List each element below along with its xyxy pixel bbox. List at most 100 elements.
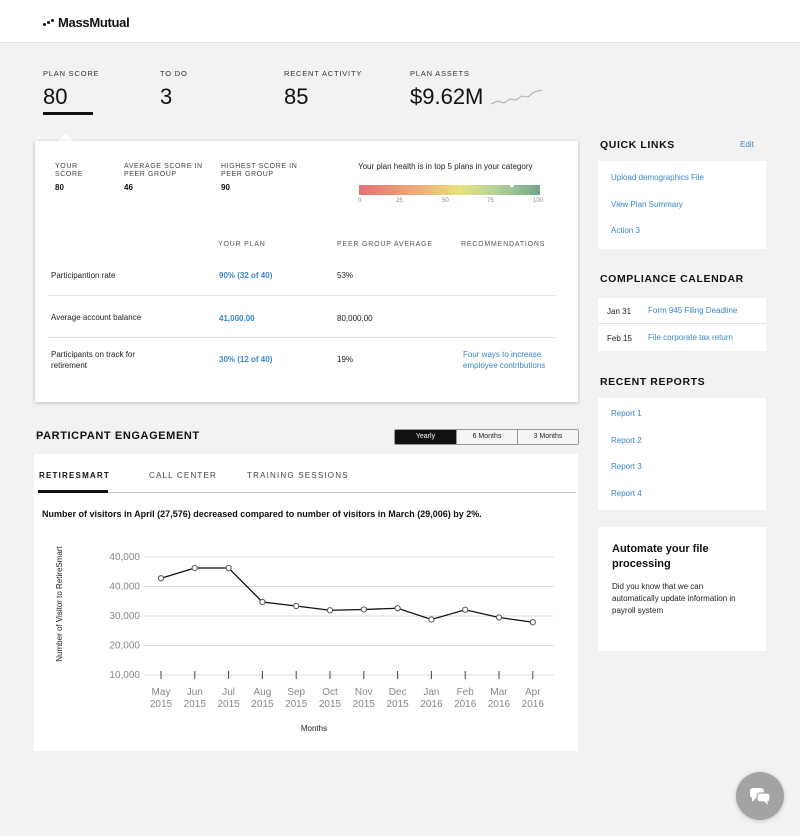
- stat-plan-assets[interactable]: PLAN ASSETS $9.62M: [410, 69, 483, 110]
- your-plan-value[interactable]: 41,000.00: [219, 313, 255, 324]
- assets-sparkline: [490, 89, 543, 105]
- data-point: [529, 619, 536, 626]
- recommendation-link[interactable]: Four ways to increase employee contribut…: [463, 349, 558, 371]
- x-tick-label: Aug: [254, 687, 272, 698]
- top-bar: MassMutual: [0, 0, 800, 43]
- x-tick-label: 2015: [285, 699, 308, 710]
- data-point: [462, 606, 469, 613]
- your-plan-value[interactable]: 30% (12 of 40): [219, 354, 272, 365]
- calendar-item: Feb 15 File corporate tax return: [598, 325, 766, 351]
- x-tick-label: Sep: [287, 687, 305, 698]
- tab-training-sessions[interactable]: TRAINING SESSIONS: [247, 471, 349, 480]
- active-stat-indicator: [43, 112, 93, 115]
- data-point: [157, 575, 165, 582]
- health-tick: 75: [487, 198, 494, 204]
- stat-label: TO DO: [160, 69, 188, 78]
- x-tick-label: 2015: [386, 699, 409, 710]
- average-score-label: AVERAGE SCORE IN PEER GROUP: [124, 163, 203, 178]
- stat-value: 80: [43, 84, 68, 109]
- period-3-months-button[interactable]: 3 Months: [517, 430, 578, 444]
- period-yearly-button[interactable]: Yearly: [395, 430, 456, 444]
- your-plan-value[interactable]: 90% (32 of 40): [219, 270, 272, 281]
- x-tick-label: 2015: [150, 699, 173, 710]
- y-tick-label: 40,000: [109, 582, 140, 593]
- tab-retiresmart[interactable]: RETIRESMART: [39, 471, 110, 480]
- x-tick-label: 2016: [522, 699, 545, 710]
- report-link[interactable]: Report 2: [611, 436, 642, 445]
- massmutual-logo[interactable]: MassMutual: [43, 15, 130, 30]
- stat-to-do[interactable]: TO DO 3: [160, 69, 188, 110]
- data-point: [428, 616, 435, 623]
- col-header-recommendations: RECOMMENDATIONS: [461, 241, 546, 248]
- peer-average-value: 80,000.00: [337, 314, 373, 323]
- stat-label: PLAN SCORE: [43, 69, 100, 78]
- stat-value: 85: [284, 84, 309, 109]
- tab-divider: [38, 492, 576, 493]
- data-point: [293, 602, 300, 610]
- average-score: AVERAGE SCORE IN PEER GROUP 46: [124, 163, 204, 192]
- quick-link-action-3[interactable]: Action 3: [611, 226, 640, 235]
- stat-plan-score[interactable]: PLAN SCORE 80: [43, 69, 99, 110]
- calendar-event-link[interactable]: File corporate tax return: [648, 333, 733, 342]
- health-tick: 25: [396, 198, 403, 204]
- health-tick: 100: [533, 198, 544, 204]
- highest-score-label: HIGHEST SCORE IN PEER GROUP: [221, 163, 298, 178]
- automate-body: Did you know that we can automatically u…: [612, 582, 736, 615]
- x-tick-label: Jul: [222, 687, 235, 698]
- health-tick: 50: [442, 198, 449, 204]
- active-tab-indicator: [38, 490, 108, 493]
- stat-label: RECENT ACTIVITY: [284, 69, 363, 78]
- x-tick-label: Oct: [322, 687, 338, 698]
- highest-score-value: 90: [221, 183, 230, 192]
- calendar-event-link[interactable]: Form 945 Filing Deadline: [648, 306, 737, 315]
- stat-value: 3: [160, 84, 173, 109]
- chat-button[interactable]: [736, 772, 784, 820]
- logo-text: MassMutual: [58, 15, 130, 30]
- y-tick-label: 20,000: [109, 641, 140, 652]
- period-6-months-button[interactable]: 6 Months: [456, 430, 517, 444]
- report-link[interactable]: Report 1: [611, 409, 642, 418]
- x-tick-label: Jan: [423, 687, 439, 698]
- quick-link-view-plan-summary[interactable]: View Plan Summary: [611, 200, 683, 209]
- report-link[interactable]: Report 4: [611, 489, 642, 498]
- y-tick-label: 40,000: [109, 552, 140, 563]
- period-selector: Yearly 6 Months 3 Months: [394, 429, 579, 445]
- health-tick: 0: [358, 198, 362, 204]
- quick-links-card: Upload demographics File View Plan Summa…: [598, 161, 766, 249]
- x-tick-label: 2016: [488, 699, 511, 710]
- stat-label: PLAN ASSETS: [410, 69, 470, 78]
- edit-quick-links-link[interactable]: Edit: [740, 140, 754, 149]
- plan-health-text: Your plan health is in top 5 plans in yo…: [358, 162, 533, 171]
- plan-health-marker: [507, 182, 517, 188]
- tab-call-center[interactable]: CALL CENTER: [149, 471, 217, 480]
- report-link[interactable]: Report 3: [611, 462, 642, 471]
- x-tick-label: Nov: [355, 687, 373, 698]
- peer-average-value: 53%: [337, 271, 354, 280]
- col-header-your-plan: YOUR PLAN: [218, 241, 266, 248]
- calendar-date: Feb 15: [607, 334, 632, 343]
- stat-value: $9.62M: [410, 84, 484, 109]
- quick-link-upload-demographics[interactable]: Upload demographics File: [611, 173, 704, 182]
- data-point: [394, 605, 401, 612]
- score-card-pointer: [58, 133, 74, 141]
- data-point: [326, 607, 334, 614]
- x-tick-label: Apr: [525, 687, 541, 698]
- x-tick-label: 2015: [184, 699, 207, 710]
- metric-label: Participants on track for retirement: [51, 350, 136, 370]
- automate-title: Automate your file processing: [612, 543, 709, 570]
- calendar-date: Jan 31: [607, 307, 632, 316]
- stat-recent-activity[interactable]: RECENT ACTIVITY 85: [284, 69, 362, 110]
- data-point: [225, 564, 232, 572]
- series-line-visitors: [160, 567, 533, 623]
- compliance-calendar-card: Jan 31 Form 945 Filing Deadline Feb 15 F…: [598, 298, 766, 351]
- compliance-calendar-title: COMPLIANCE CALENDAR: [600, 273, 744, 285]
- automate-promo-card[interactable]: Automate your file processing Did you kn…: [598, 527, 766, 651]
- x-tick-label: 2016: [454, 699, 477, 710]
- x-tick-label: 2015: [251, 699, 274, 710]
- your-score-label: YOUR SCORE: [55, 163, 83, 178]
- recent-reports-title: RECENT REPORTS: [600, 376, 706, 388]
- x-axis-label: Months: [301, 724, 327, 733]
- x-tick-label: Feb: [457, 687, 475, 698]
- table-row: Average account balance 41,000.00 80,000…: [48, 296, 555, 338]
- x-tick-label: Dec: [389, 687, 407, 698]
